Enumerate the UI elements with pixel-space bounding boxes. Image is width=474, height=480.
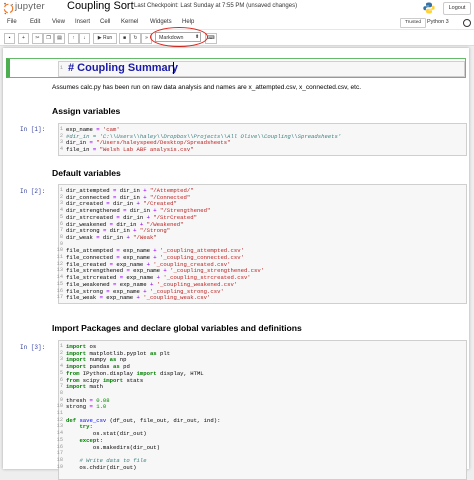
line-number: 9 [59,240,63,247]
menu-help[interactable]: Help [182,19,194,25]
copy-icon[interactable]: ❐ [43,33,54,44]
checkpoint-status: Last Checkpoint: Last Sunday at 7:55 PM … [134,3,298,9]
line-number: 11 [56,254,63,260]
code-line: strong = 1.0 [66,403,107,411]
line-number: 4 [59,363,63,370]
notebook-name[interactable]: Coupling Sort [67,0,134,12]
line-number: 16 [56,287,63,294]
paste-icon[interactable]: ▤ [54,33,65,44]
line-number: 1 [59,187,63,193]
line-number: 14 [56,274,63,281]
text-cursor [173,62,174,74]
menu-insert[interactable]: Insert [75,19,90,25]
line-number: 2 [59,349,63,356]
highlight-annotation [150,27,208,47]
line-number: 8 [59,389,63,396]
heading-default-variables: Default variables [52,168,121,178]
menu-file[interactable]: File [7,19,17,25]
line-number: 7 [59,383,63,390]
code-line: dir_weak = dir_in + "/Weak" [66,233,157,241]
line-number: 15 [56,436,63,443]
line-number: 5 [59,213,63,220]
line-number: 10 [56,403,63,410]
line-number: 9 [59,396,63,403]
run-label: Run [103,35,113,41]
python-logo-icon [423,1,435,14]
heading-import-packages: Import Packages and declare global varia… [52,323,302,333]
line-number: 3 [59,139,63,146]
input-prompt-2: In [2]: [20,188,46,195]
line-number: 15 [56,280,63,287]
cut-icon[interactable]: ✂ [32,33,43,44]
line-number: 4 [59,145,63,152]
input-prompt-3: In [3]: [20,344,46,351]
code-line: os.chdir(dir_out) [66,463,137,471]
logout-button[interactable]: Logout [443,2,471,15]
menu-cell[interactable]: Cell [100,19,110,25]
markdown-title-source[interactable]: # Coupling Summary [68,62,178,74]
code-line: file_weak = exp_name + '_coupling_weak.c… [66,294,211,302]
line-number: 1 [59,65,63,71]
run-button[interactable]: ▶ Run [93,33,117,44]
menu-widgets[interactable]: Widgets [150,19,172,25]
stop-icon[interactable]: ■ [119,33,130,44]
line-number: 11 [56,410,63,416]
line-number: 4 [59,207,63,214]
move-up-icon[interactable]: ↑ [68,33,79,44]
line-number: 1 [59,126,63,132]
restart-icon[interactable]: ↻ [130,33,141,44]
heading-assign-variables: Assign variables [52,106,121,116]
header: jupyter Coupling Sort Last Checkpoint: L… [0,0,474,17]
code-line: os.makedirs(dir_out) [66,443,160,451]
line-number: 16 [56,443,63,450]
line-number: 13 [56,267,63,274]
line-number: 2 [59,193,63,200]
line-number: 3 [59,200,63,207]
line-number: 2 [59,132,63,139]
menu-view[interactable]: View [52,19,65,25]
save-icon[interactable]: ▪ [4,33,15,44]
line-number: 17 [56,450,63,457]
line-number: 6 [59,220,63,227]
kernel-name: Python 3 [427,19,449,25]
jupyter-logo-text[interactable]: jupyter [15,1,45,12]
kernel-status-icon [463,19,471,27]
line-number: 17 [56,294,63,301]
code-line: import math [66,383,103,391]
line-number: 18 [56,456,63,463]
insert-cell-icon[interactable]: + [18,33,29,44]
menu-kernel[interactable]: Kernel [121,19,138,25]
code-line: file_in = "Welsh Lab ABF analysis.csv" [66,145,194,153]
menu-edit[interactable]: Edit [30,19,40,25]
line-number: 5 [59,369,63,376]
intro-text: Assumes calc.py has been run on raw data… [52,84,362,91]
line-number: 3 [59,356,63,363]
line-number: 6 [59,376,63,383]
line-number: 1 [59,343,63,349]
line-number: 13 [56,423,63,430]
line-number: 14 [56,430,63,437]
trusted-indicator[interactable]: Trusted [400,18,426,28]
line-number: 10 [56,247,63,254]
line-number: 12 [56,416,63,423]
line-number: 12 [56,260,63,267]
input-prompt-1: In [1]: [20,126,46,133]
line-number: 7 [59,227,63,234]
move-down-icon[interactable]: ↓ [79,33,90,44]
line-number: 8 [59,233,63,240]
